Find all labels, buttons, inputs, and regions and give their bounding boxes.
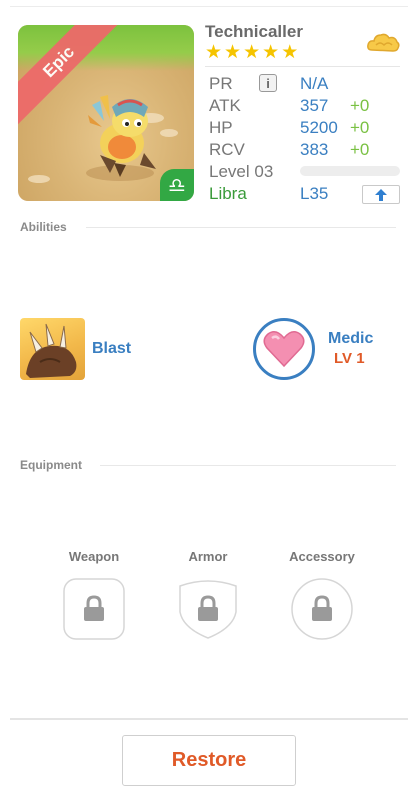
equipment-title: Equipment bbox=[20, 458, 82, 472]
skill-button[interactable] bbox=[253, 318, 315, 380]
monster-name: Technicaller bbox=[205, 22, 303, 41]
ability-name: Blast bbox=[92, 340, 132, 357]
atk-label: ATK bbox=[209, 96, 241, 115]
creature-sprite bbox=[86, 95, 156, 181]
abilities-title: Abilities bbox=[20, 220, 67, 234]
armor-slot[interactable] bbox=[177, 578, 239, 640]
star-icon: ★ bbox=[224, 42, 242, 63]
rcv-value: 383 bbox=[300, 140, 329, 159]
lock-icon bbox=[198, 595, 218, 621]
accessory-label: Accessory bbox=[289, 549, 355, 564]
footer-divider bbox=[10, 718, 408, 720]
equipment-divider bbox=[100, 465, 396, 466]
heart-icon bbox=[263, 331, 305, 368]
pr-value: N/A bbox=[300, 74, 329, 93]
lock-icon bbox=[312, 595, 332, 621]
star-icon: ★ bbox=[243, 42, 261, 63]
claw-icon[interactable] bbox=[20, 318, 85, 380]
rcv-bonus: +0 bbox=[350, 140, 370, 159]
monster-portrait[interactable]: Epic ♎ bbox=[18, 25, 194, 201]
star-icon: ★ bbox=[205, 42, 223, 63]
skill-level: LV 1 bbox=[334, 350, 365, 367]
zodiac-label: Libra bbox=[209, 184, 247, 203]
atk-bonus: +0 bbox=[350, 96, 370, 115]
level-progress-bar bbox=[300, 166, 400, 176]
hp-bonus: +0 bbox=[350, 118, 370, 137]
star-icon: ★ bbox=[262, 42, 280, 63]
star-rating: ★ ★ ★ ★ ★ bbox=[205, 43, 298, 62]
golden-cloud-icon[interactable] bbox=[366, 30, 400, 56]
star-icon: ★ bbox=[281, 42, 299, 63]
weapon-slot[interactable] bbox=[63, 578, 125, 640]
accessory-slot[interactable] bbox=[291, 578, 353, 640]
info-icon[interactable]: i bbox=[259, 74, 277, 92]
restore-button[interactable]: Restore bbox=[122, 735, 296, 786]
rcv-label: RCV bbox=[209, 140, 245, 159]
armor-label: Armor bbox=[188, 549, 228, 564]
lock-icon bbox=[84, 595, 104, 621]
skill-name: Medic bbox=[328, 330, 374, 347]
hp-value: 5200 bbox=[300, 118, 338, 137]
header-divider bbox=[205, 66, 400, 67]
upgrade-button[interactable] bbox=[362, 185, 400, 204]
arrow-up-icon bbox=[375, 188, 387, 201]
abilities-divider bbox=[86, 227, 396, 228]
claw-graphic bbox=[26, 323, 77, 378]
hp-label: HP bbox=[209, 118, 233, 137]
weapon-label: Weapon bbox=[68, 549, 120, 564]
zodiac-level: L35 bbox=[300, 184, 329, 203]
pr-label: PR bbox=[209, 74, 233, 93]
libra-icon: ♎ bbox=[160, 169, 194, 201]
top-divider bbox=[10, 6, 408, 7]
rock-decoration bbox=[28, 175, 50, 183]
atk-value: 357 bbox=[300, 96, 329, 115]
level-label: Level 03 bbox=[209, 162, 274, 181]
